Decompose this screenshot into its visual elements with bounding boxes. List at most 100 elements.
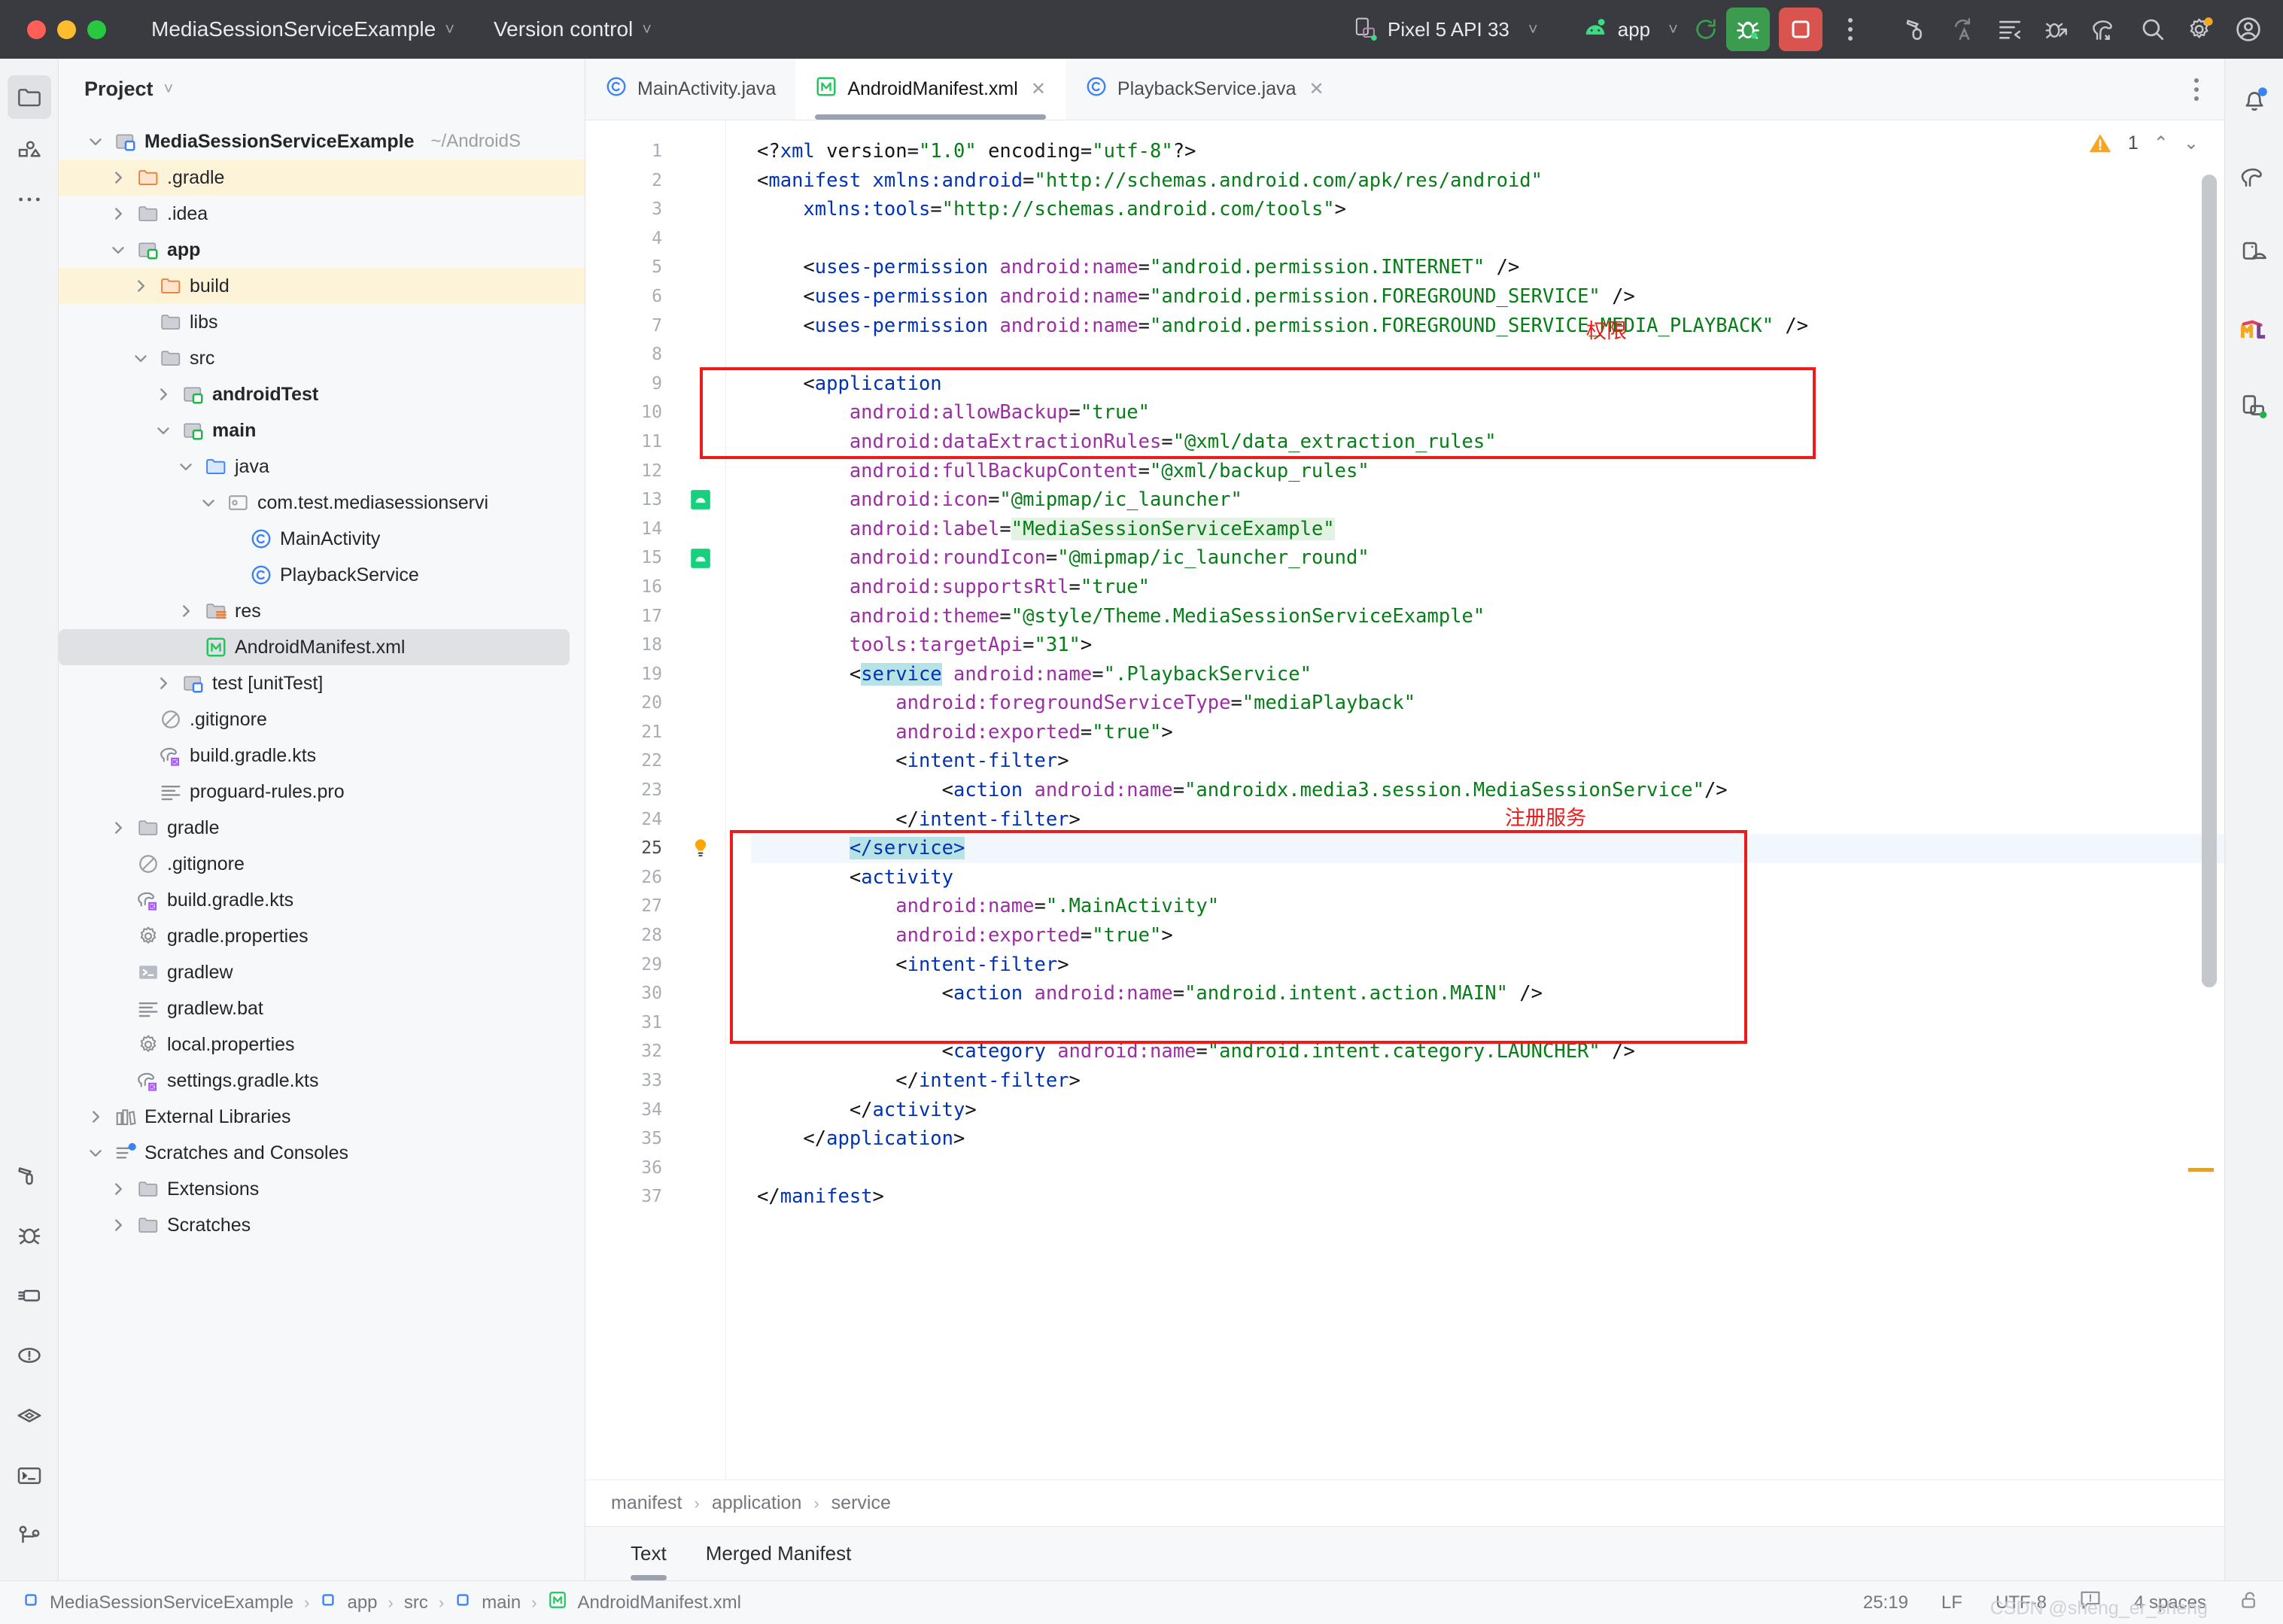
breadcrumb-item-application[interactable]: application — [712, 1492, 802, 1514]
close-tab-icon[interactable]: ✕ — [1309, 78, 1324, 100]
code-line[interactable]: android:foregroundServiceType="mediaPlay… — [751, 689, 2224, 718]
code-line[interactable]: </service> — [751, 834, 2224, 863]
gradle-elephant-icon[interactable] — [2090, 17, 2119, 42]
tree-item-main[interactable]: main — [59, 412, 585, 449]
sidebar-item-problems[interactable] — [8, 1334, 51, 1377]
run-configuration-selector[interactable]: app ˅ — [1582, 18, 1678, 41]
tree-item--gradle[interactable]: .gradle — [59, 160, 585, 196]
avatar-icon[interactable] — [2235, 16, 2262, 43]
sidebar-item-terminal[interactable] — [8, 1454, 51, 1498]
tree-expand-down-icon[interactable] — [84, 132, 107, 151]
sidebar-item-profiler[interactable] — [8, 1394, 51, 1437]
tree-item-app[interactable]: app — [59, 232, 585, 268]
tree-item-test-unittest-[interactable]: test [unitTest] — [59, 665, 585, 701]
sidebar-item-project[interactable] — [8, 75, 51, 119]
tree-expand-right-icon[interactable] — [107, 1179, 129, 1199]
code-content[interactable]: <?xml version="1.0" encoding="utf-8"?><m… — [751, 120, 2224, 1480]
caret-position[interactable]: 25:19 — [1863, 1592, 1908, 1613]
code-line[interactable]: <manifest xmlns:android="http://schemas.… — [751, 166, 2224, 196]
tree-item-playbackservice[interactable]: PlaybackService — [59, 557, 585, 593]
editor-options-button[interactable] — [2194, 59, 2224, 120]
status-path-breadcrumb[interactable]: MediaSessionServiceExample›app›src›main›… — [23, 1590, 741, 1615]
breadcrumb-item-service[interactable]: service — [831, 1492, 891, 1514]
code-line[interactable]: android:label="MediaSessionServiceExampl… — [751, 515, 2224, 544]
code-line[interactable]: android:name=".MainActivity" — [751, 892, 2224, 921]
tree-item-settings-gradle-kts[interactable]: settings.gradle.kts — [59, 1063, 585, 1099]
minimize-window-button[interactable] — [57, 20, 76, 39]
attach-debugger-icon[interactable] — [2044, 17, 2069, 42]
code-line[interactable]: xmlns:tools="http://schemas.android.com/… — [751, 195, 2224, 224]
code-line[interactable]: android:exported="true"> — [751, 718, 2224, 747]
code-line[interactable]: <service android:name=".PlaybackService" — [751, 660, 2224, 689]
tree-expand-right-icon[interactable] — [107, 1215, 129, 1235]
status-path-item[interactable]: src — [404, 1592, 428, 1613]
code-editor[interactable]: 1234567891011121314151617181920212223242… — [585, 120, 2224, 1480]
gutter-icons[interactable] — [676, 120, 725, 1480]
sidebar-item-gradle[interactable] — [2233, 155, 2276, 199]
tree-item-mediasessionserviceexample[interactable]: MediaSessionServiceExample~/AndroidS — [59, 123, 585, 160]
code-line[interactable] — [751, 1154, 2224, 1183]
search-icon[interactable] — [2140, 17, 2166, 42]
code-line[interactable]: android:allowBackup="true" — [751, 398, 2224, 427]
code-line[interactable]: <uses-permission android:name="android.p… — [751, 312, 2224, 341]
gear-icon[interactable] — [2187, 16, 2214, 43]
close-window-button[interactable] — [27, 20, 46, 39]
tree-expand-down-icon[interactable] — [107, 240, 129, 260]
project-tree[interactable]: MediaSessionServiceExample~/AndroidS.gra… — [59, 119, 585, 1580]
status-path-item[interactable]: app — [347, 1592, 377, 1613]
code-line[interactable] — [751, 1008, 2224, 1038]
code-line[interactable]: android:icon="@mipmap/ic_launcher" — [751, 485, 2224, 515]
editor-scrollbar[interactable] — [2202, 175, 2217, 1457]
editor-tab-playbackservice-java[interactable]: PlaybackService.java✕ — [1066, 59, 1344, 120]
code-line[interactable] — [751, 224, 2224, 254]
rerun-button[interactable] — [1686, 9, 1726, 50]
tree-expand-down-icon[interactable] — [84, 1143, 107, 1163]
sidebar-item-notifications[interactable] — [2233, 78, 2276, 122]
tree-item-proguard-rules-pro[interactable]: proguard-rules.pro — [59, 774, 585, 810]
next-problem-button[interactable]: ⌄ — [2184, 132, 2199, 154]
tree-item-local-properties[interactable]: local.properties — [59, 1026, 585, 1063]
tree-item-res[interactable]: res — [59, 593, 585, 629]
code-line[interactable]: <action android:name="androidx.media3.se… — [751, 776, 2224, 805]
status-path-item[interactable]: AndroidManifest.xml — [578, 1592, 741, 1613]
redo-a-icon[interactable] — [1950, 17, 1976, 42]
editor-tab-androidmanifest-xml[interactable]: AndroidManifest.xml✕ — [795, 59, 1066, 120]
tree-item-gradlew-bat[interactable]: gradlew.bat — [59, 990, 585, 1026]
tree-expand-right-icon[interactable] — [84, 1107, 107, 1127]
close-tab-icon[interactable]: ✕ — [1031, 78, 1046, 100]
tree-item-com-test-mediasessionservi[interactable]: com.test.mediasessionservi — [59, 485, 585, 521]
tree-item--idea[interactable]: .idea — [59, 196, 585, 232]
project-selector[interactable]: MediaSessionServiceExample ˅ — [106, 0, 454, 59]
previous-problem-button[interactable]: ⌃ — [2154, 132, 2169, 154]
bottom-tab-text[interactable]: Text — [611, 1527, 686, 1580]
project-panel-header[interactable]: Project ˅ — [59, 59, 585, 119]
code-line[interactable]: <uses-permission android:name="android.p… — [751, 253, 2224, 282]
code-line[interactable]: <?xml version="1.0" encoding="utf-8"?> — [751, 137, 2224, 166]
breadcrumb-item-manifest[interactable]: manifest — [611, 1492, 682, 1514]
inspection-widget[interactable]: 1 ⌃ ⌄ — [2036, 120, 2224, 166]
breadcrumb[interactable]: manifest›application›service — [585, 1480, 2224, 1526]
code-line[interactable]: tools:targetApi="31"> — [751, 631, 2224, 660]
tree-expand-down-icon[interactable] — [197, 493, 220, 512]
line-separator[interactable]: LF — [1941, 1592, 1962, 1613]
editor-tab-bar[interactable]: MainActivity.javaAndroidManifest.xml✕Pla… — [585, 59, 2224, 120]
scrollbar-thumb[interactable] — [2202, 175, 2217, 987]
maximize-window-button[interactable] — [87, 20, 106, 39]
code-format-icon[interactable] — [1997, 17, 2023, 42]
tree-expand-right-icon[interactable] — [107, 818, 129, 838]
sidebar-item-app-inspection[interactable] — [8, 1273, 51, 1317]
code-line[interactable]: </intent-filter> — [751, 1066, 2224, 1096]
code-line[interactable]: android:roundIcon="@mipmap/ic_launcher_r… — [751, 543, 2224, 573]
tree-expand-right-icon[interactable] — [152, 674, 175, 693]
tree-item-libs[interactable]: libs — [59, 304, 585, 340]
window-controls[interactable] — [27, 20, 106, 39]
status-path-item[interactable]: MediaSessionServiceExample — [50, 1592, 293, 1613]
lock-icon[interactable] — [2239, 1589, 2260, 1616]
tree-expand-down-icon[interactable] — [152, 421, 175, 440]
sidebar-item-device-file-explorer[interactable] — [2233, 309, 2276, 352]
editor-tab-mainactivity-java[interactable]: MainActivity.java — [585, 59, 795, 120]
tree-item-external-libraries[interactable]: External Libraries — [59, 1099, 585, 1135]
editor-bottom-tabs[interactable]: TextMerged Manifest — [585, 1526, 2224, 1580]
tree-item-extensions[interactable]: Extensions — [59, 1171, 585, 1207]
status-path-item[interactable]: main — [482, 1592, 521, 1613]
